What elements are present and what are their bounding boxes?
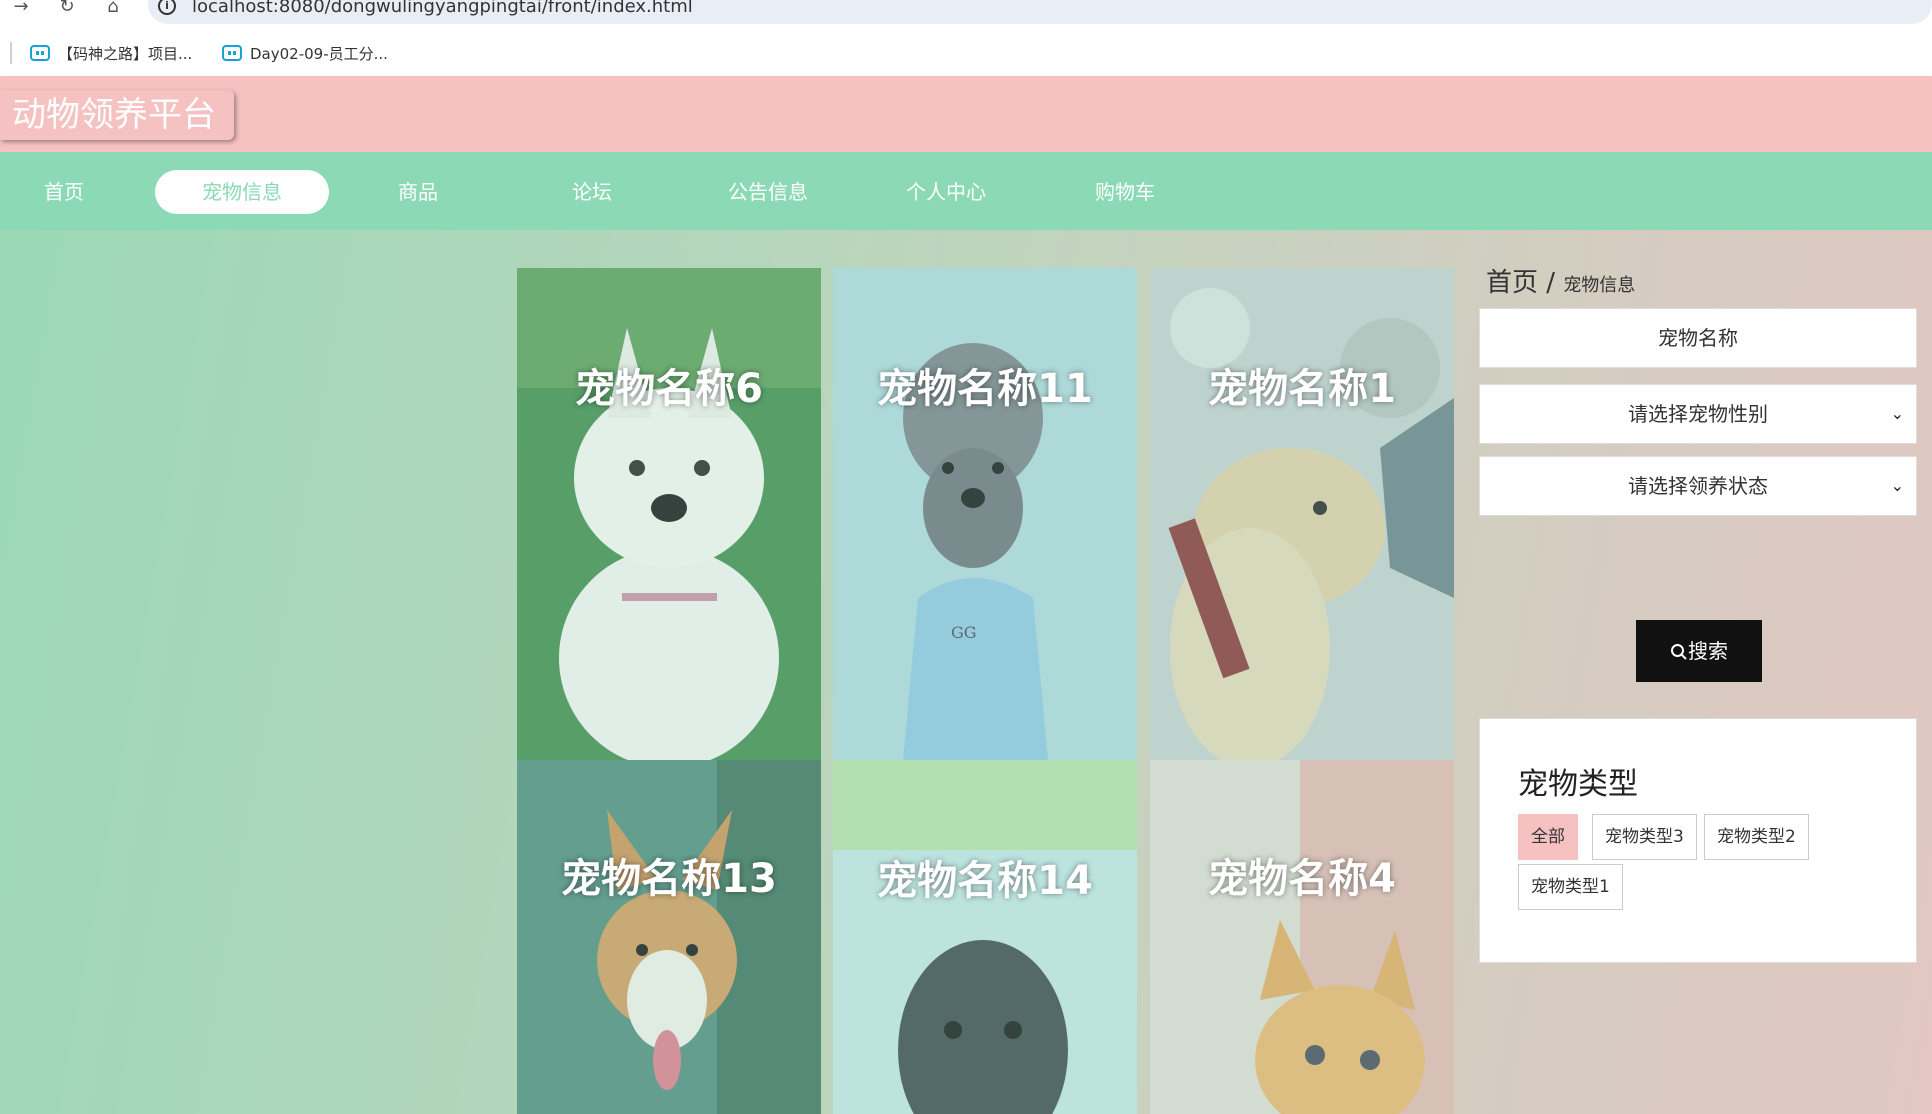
nav-item-goods[interactable]: 商品 xyxy=(374,170,462,214)
card-overlay xyxy=(1150,760,1454,1114)
card-overlay xyxy=(833,760,1137,1114)
bilibili-icon xyxy=(222,45,242,61)
status-select-value: 请选择领养状态 xyxy=(1628,474,1768,498)
pet-card[interactable]: 宠物名称4 xyxy=(1150,760,1454,1114)
bookmark-item[interactable]: Day02-09-员工分... xyxy=(222,40,388,66)
breadcrumb-current: 宠物信息 xyxy=(1563,275,1636,296)
card-overlay xyxy=(833,268,1137,760)
chevron-down-icon: ⌄ xyxy=(1890,404,1904,423)
pet-card[interactable]: GG 宠物名称11 xyxy=(833,268,1137,760)
status-select[interactable]: 请选择领养状态 ⌄ xyxy=(1479,456,1917,516)
type-tag-all[interactable]: 全部 xyxy=(1518,814,1578,860)
nav-item-forum[interactable]: 论坛 xyxy=(548,170,636,214)
bookmark-item[interactable]: 【码神之路】项目... xyxy=(30,40,192,66)
site-logo[interactable]: 动物领养平台 xyxy=(0,90,234,140)
pet-name: 宠物名称6 xyxy=(575,366,763,412)
pet-name: 宠物名称14 xyxy=(877,858,1093,904)
breadcrumb: 首页 / 宠物信息 xyxy=(1486,262,1635,299)
search-icon xyxy=(1671,644,1687,660)
card-overlay xyxy=(1150,268,1454,760)
bookmark-label: Day02-09-员工分... xyxy=(250,44,388,63)
reload-icon[interactable]: ↻ xyxy=(56,0,78,18)
nav-item-cart[interactable]: 购物车 xyxy=(1080,170,1170,214)
nav-item-pets[interactable]: 宠物信息 xyxy=(155,170,329,214)
nav-item-profile[interactable]: 个人中心 xyxy=(896,170,996,214)
pet-type-panel: 宠物类型 全部 宠物类型3 宠物类型2 宠物类型1 xyxy=(1479,718,1917,963)
forward-icon[interactable]: → xyxy=(10,0,32,18)
page-background: 动物领养平台 首页 宠物信息 商品 论坛 公告信息 个人中心 购物车 宠物名称6 xyxy=(0,76,1932,1114)
pet-card[interactable]: 宠物名称14 xyxy=(833,760,1137,1114)
bookmarks-divider xyxy=(10,42,12,64)
search-button[interactable]: 搜索 xyxy=(1636,620,1762,682)
pet-name: 宠物名称1 xyxy=(1208,366,1396,412)
pet-card[interactable]: 宠物名称6 xyxy=(517,268,821,760)
bookmarks-bar: 【码神之路】项目... Day02-09-员工分... xyxy=(0,30,1932,76)
type-tag[interactable]: 宠物类型2 xyxy=(1704,814,1809,860)
url-text[interactable]: localhost:8080/dongwulingyangpingtai/fro… xyxy=(192,0,693,17)
browser-address-bar: → ↻ ⌂ i localhost:8080/dongwulingyangpin… xyxy=(0,0,1932,26)
search-button-label: 搜索 xyxy=(1688,639,1728,663)
type-tag[interactable]: 宠物类型1 xyxy=(1518,864,1623,910)
card-overlay xyxy=(517,268,821,760)
type-tag[interactable]: 宠物类型3 xyxy=(1592,814,1697,860)
nav-item-home[interactable]: 首页 xyxy=(20,170,108,214)
pet-name: 宠物名称11 xyxy=(877,366,1093,412)
site-header: 动物领养平台 xyxy=(0,76,1932,152)
pet-name: 宠物名称4 xyxy=(1208,856,1396,902)
bookmark-label: 【码神之路】项目... xyxy=(58,44,193,63)
bilibili-icon xyxy=(30,45,50,61)
nav-item-notices[interactable]: 公告信息 xyxy=(718,170,818,214)
pet-card[interactable]: 宠物名称13 xyxy=(517,760,821,1114)
gender-select[interactable]: 请选择宠物性别 ⌄ xyxy=(1479,384,1917,444)
breadcrumb-separator: / xyxy=(1546,268,1556,298)
breadcrumb-home[interactable]: 首页 xyxy=(1486,268,1538,298)
pet-card[interactable]: 宠物名称1 xyxy=(1150,268,1454,760)
pet-type-title: 宠物类型 xyxy=(1518,767,1638,802)
card-overlay xyxy=(517,760,821,1114)
gender-select-value: 请选择宠物性别 xyxy=(1628,402,1768,426)
pet-name-input[interactable]: 宠物名称 xyxy=(1479,308,1917,368)
pet-name: 宠物名称13 xyxy=(561,856,777,902)
home-icon[interactable]: ⌂ xyxy=(102,0,124,18)
chevron-down-icon: ⌄ xyxy=(1890,476,1904,495)
